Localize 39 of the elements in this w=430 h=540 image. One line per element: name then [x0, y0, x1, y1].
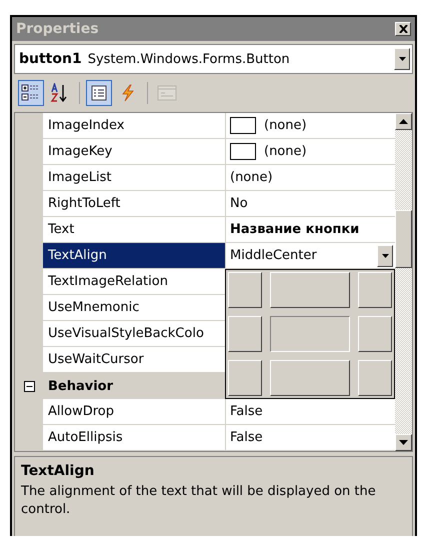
- property-name[interactable]: TextAlign: [43, 243, 226, 269]
- scroll-thumb[interactable]: [395, 210, 412, 268]
- categorized-button[interactable]: [18, 80, 44, 106]
- down-arrow-icon: [399, 440, 408, 445]
- object-selector[interactable]: button1 System.Windows.Forms.Button: [14, 44, 413, 74]
- description-title: TextAlign: [21, 463, 96, 479]
- close-icon: [398, 25, 408, 33]
- property-list-icon: [90, 84, 108, 102]
- property-name[interactable]: UseVisualStyleBackColo: [43, 321, 226, 347]
- property-name[interactable]: TextImageRelation: [43, 269, 226, 295]
- image-swatch: [230, 117, 256, 134]
- dropdown-button[interactable]: [394, 48, 410, 70]
- caret-icon: [398, 57, 406, 61]
- property-name[interactable]: ImageKey: [43, 139, 226, 165]
- image-swatch: [230, 143, 256, 160]
- property-name[interactable]: AllowDrop: [43, 399, 226, 425]
- property-name[interactable]: AutoEllipsis: [43, 425, 226, 451]
- close-button[interactable]: [395, 22, 411, 36]
- scroll-up-button[interactable]: [395, 113, 412, 130]
- up-arrow-icon: [399, 119, 408, 124]
- properties-button[interactable]: [86, 80, 112, 106]
- object-name: button1: [19, 51, 82, 67]
- property-name[interactable]: UseWaitCursor: [43, 347, 226, 373]
- scrollbar[interactable]: [395, 113, 412, 451]
- object-type: System.Windows.Forms.Button: [88, 52, 291, 66]
- property-name[interactable]: ImageList: [43, 165, 226, 191]
- property-name[interactable]: RightToLeft: [43, 191, 226, 217]
- caret-icon: [382, 254, 388, 258]
- property-name[interactable]: ImageIndex: [43, 113, 226, 139]
- description-text: The alignment of the text that will be displayed on the control.: [21, 483, 377, 520]
- scroll-down-button[interactable]: [395, 434, 412, 451]
- collapse-icon[interactable]: [24, 380, 34, 392]
- dropdown-button[interactable]: [377, 244, 393, 266]
- window-title: Properties: [16, 21, 99, 37]
- property-name[interactable]: UseMnemonic: [43, 295, 226, 321]
- property-name[interactable]: Text: [43, 217, 226, 243]
- property-pages-icon: [157, 84, 177, 102]
- category-label[interactable]: Behavior: [43, 373, 114, 399]
- categorized-list-icon: [21, 83, 41, 103]
